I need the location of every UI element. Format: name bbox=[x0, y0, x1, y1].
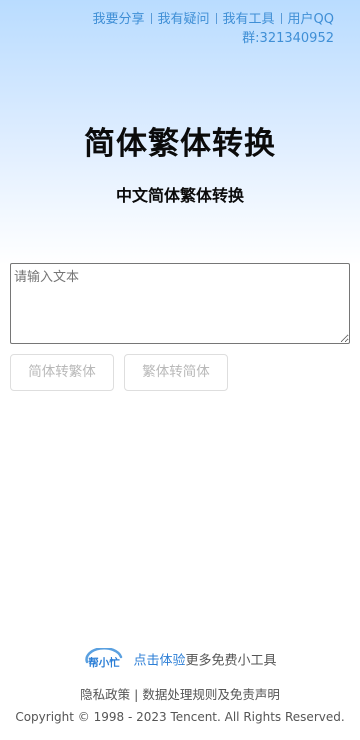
page-title: 简体繁体转换 bbox=[84, 126, 276, 162]
nav-divider bbox=[280, 13, 282, 24]
traditional-to-simplified-button[interactable]: 繁体转简体 bbox=[124, 354, 228, 391]
nav-divider bbox=[215, 13, 217, 24]
simplified-to-traditional-button[interactable]: 简体转繁体 bbox=[10, 354, 114, 391]
nav-divider bbox=[150, 13, 152, 24]
data-rules-link[interactable]: 数据处理规则及免责声明 bbox=[142, 687, 280, 702]
qq-group-link[interactable]: 用户QQ bbox=[288, 12, 334, 27]
qq-group-number[interactable]: 群:321340952 bbox=[242, 31, 334, 46]
svg-text:帮小忙: 帮小忙 bbox=[89, 656, 121, 669]
privacy-policy-link[interactable]: 隐私政策 bbox=[80, 687, 130, 702]
footer-links: 隐私政策 | 数据处理规则及免责声明 bbox=[0, 684, 360, 703]
footer-separator: | bbox=[134, 687, 139, 702]
share-link[interactable]: 我要分享 bbox=[92, 12, 144, 27]
top-nav: 我要分享 我有疑问 我有工具 用户QQ 群:321340952 bbox=[64, 10, 334, 48]
copyright-text: Copyright © 1998 - 2023 Tencent. All Rig… bbox=[15, 710, 345, 724]
promo-bar: 帮小忙 点击体验更多免费小工具 bbox=[0, 648, 360, 674]
try-now-link[interactable]: 点击体验 bbox=[133, 654, 185, 669]
tools-link[interactable]: 我有工具 bbox=[223, 12, 275, 27]
page-subtitle: 中文简体繁体转换 bbox=[115, 186, 244, 205]
text-input[interactable] bbox=[10, 263, 350, 344]
promo-text: 更多免费小工具 bbox=[185, 653, 277, 669]
bangxiaomang-logo[interactable]: 帮小忙 bbox=[83, 648, 125, 674]
question-link[interactable]: 我有疑问 bbox=[158, 12, 210, 27]
